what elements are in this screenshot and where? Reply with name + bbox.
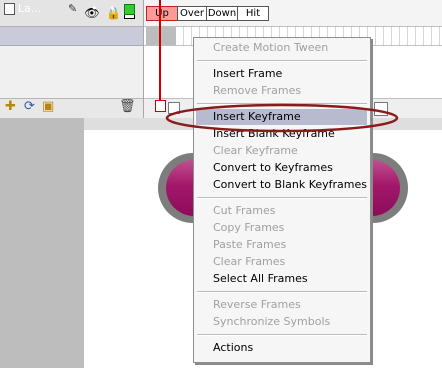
menu-reverse-frames[interactable]: Reverse Frames	[213, 298, 301, 312]
add-layer-icon[interactable]: ✚	[5, 99, 16, 115]
pencil-icon: ✎	[68, 2, 78, 15]
layer-row[interactable]	[0, 27, 143, 46]
selected-frame[interactable]	[146, 27, 176, 45]
edit-multiple-frames-button[interactable]	[374, 102, 388, 116]
layer-color-swatch[interactable]	[124, 4, 135, 15]
layer-name[interactable]: La...	[18, 2, 41, 16]
menu-clear-frames[interactable]: Clear Frames	[213, 255, 285, 269]
menu-remove-frames[interactable]: Remove Frames	[213, 84, 301, 98]
frame-label-hit[interactable]: Hit	[237, 6, 269, 21]
menu-separator	[197, 291, 367, 293]
trash-icon[interactable]: 🗑	[119, 99, 136, 115]
menu-create-motion-tween[interactable]: Create Motion Tween	[213, 41, 328, 55]
frame-label-down[interactable]: Down	[206, 6, 238, 21]
menu-separator	[197, 334, 367, 336]
menu-convert-to-blank-keyframes[interactable]: Convert to Blank Keyframes	[213, 178, 367, 192]
playhead[interactable]	[159, 0, 161, 108]
add-layer-folder-icon[interactable]: ▣	[42, 99, 54, 115]
menu-separator	[197, 60, 367, 62]
visibility-dot[interactable]: •	[91, 2, 98, 16]
add-motion-guide-icon[interactable]: ⟳	[24, 99, 35, 115]
menu-insert-frame[interactable]: Insert Frame	[213, 67, 282, 81]
menu-insert-blank-keyframe[interactable]: Insert Blank Keyframe	[213, 127, 335, 141]
menu-separator	[197, 197, 367, 199]
menu-select-all-frames[interactable]: Select All Frames	[213, 272, 308, 286]
workspace-gutter	[0, 118, 84, 368]
frame-label-over[interactable]: Over	[177, 6, 207, 21]
menu-actions[interactable]: Actions	[213, 341, 253, 355]
menu-copy-frames[interactable]: Copy Frames	[213, 221, 284, 235]
lock-dot[interactable]: •	[109, 2, 116, 16]
layer-type-icon	[4, 3, 15, 15]
menu-insert-keyframe[interactable]: Insert Keyframe	[213, 110, 301, 124]
playhead-handle[interactable]	[155, 100, 166, 112]
menu-cut-frames[interactable]: Cut Frames	[213, 204, 275, 218]
menu-clear-keyframe[interactable]: Clear Keyframe	[213, 144, 298, 158]
menu-synchronize-symbols[interactable]: Synchronize Symbols	[213, 315, 330, 329]
menu-separator	[197, 103, 367, 105]
center-frame-button[interactable]	[168, 102, 180, 114]
menu-convert-to-keyframes[interactable]: Convert to Keyframes	[213, 161, 333, 175]
menu-paste-frames[interactable]: Paste Frames	[213, 238, 286, 252]
frame-label-up[interactable]: Up	[146, 6, 178, 21]
